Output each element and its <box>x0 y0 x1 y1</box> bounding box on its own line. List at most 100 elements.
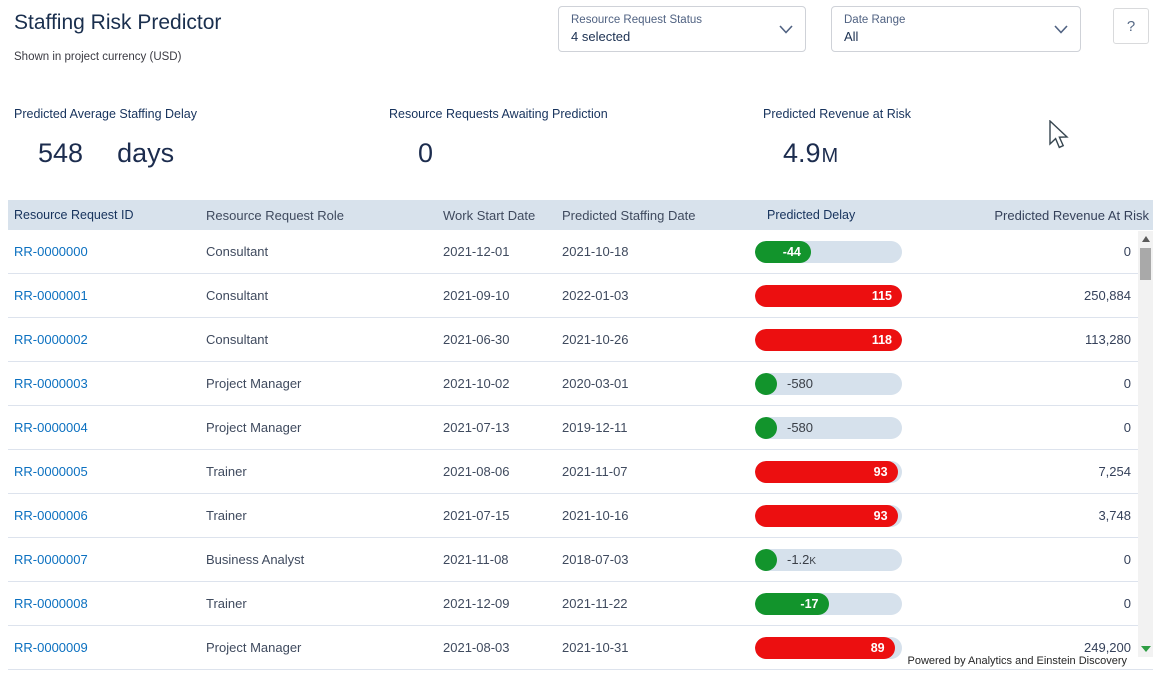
predicted-delay-cell: 93 <box>755 461 980 483</box>
predicted-revenue-at-risk-cell: 113,280 <box>980 332 1153 347</box>
predicted-staffing-date-cell: 2021-11-07 <box>562 464 755 479</box>
resource-request-id-link[interactable]: RR-0000006 <box>14 508 88 523</box>
kpi-number: 4.9 <box>783 138 821 169</box>
resource-request-role-cell: Project Manager <box>206 420 443 435</box>
kpi-value-revenue-at-risk: 4.9 M <box>783 138 838 169</box>
predicted-delay-cell: -580 <box>755 417 980 439</box>
work-start-date-cell: 2021-12-01 <box>443 244 562 259</box>
predicted-revenue-at-risk-cell: 0 <box>980 552 1153 567</box>
predicted-revenue-at-risk-cell: 249,200 <box>980 640 1153 655</box>
column-header-work-start-date[interactable]: Work Start Date <box>443 208 562 223</box>
column-header-resource-request-id[interactable]: Resource Request ID <box>14 208 206 222</box>
table-header-row: Resource Request ID Resource Request Rol… <box>8 200 1153 230</box>
kpi-number: 548 <box>38 138 83 169</box>
delay-bar-fill: 118 <box>755 329 902 351</box>
kpi-number: 0 <box>418 138 433 169</box>
table-row: RR-0000003Project Manager2021-10-022020-… <box>8 362 1153 406</box>
resource-request-role-cell: Consultant <box>206 332 443 347</box>
scroll-down-arrow-icon[interactable] <box>1141 646 1151 652</box>
resource-request-table: Resource Request ID Resource Request Rol… <box>8 200 1153 670</box>
kpi-value-staffing-delay: 548 days <box>38 138 174 169</box>
resource-request-id-link[interactable]: RR-0000001 <box>14 288 88 303</box>
delay-bar-fill: 115 <box>755 285 902 307</box>
resource-request-role-cell: Trainer <box>206 464 443 479</box>
delay-bar-fill: 89 <box>755 637 895 659</box>
column-header-predicted-revenue-at-risk[interactable]: Predicted Revenue At Risk <box>980 208 1153 223</box>
predicted-staffing-date-cell: 2021-10-16 <box>562 508 755 523</box>
resource-request-role-cell: Trainer <box>206 508 443 523</box>
delay-bar-fill <box>755 549 777 571</box>
delay-bar-track: -17 <box>755 593 902 615</box>
delay-bar-fill <box>755 417 777 439</box>
help-button[interactable]: ? <box>1113 8 1149 44</box>
predicted-staffing-date-cell: 2021-10-31 <box>562 640 755 655</box>
scrollbar-thumb[interactable] <box>1140 248 1151 280</box>
resource-request-role-cell: Consultant <box>206 244 443 259</box>
work-start-date-cell: 2021-08-03 <box>443 640 562 655</box>
table-row: RR-0000002 Consultant2021-06-302021-10-26… <box>8 318 1153 362</box>
staffing-risk-predictor-dashboard: Staffing Risk Predictor Shown in project… <box>0 0 1161 675</box>
work-start-date-cell: 2021-12-09 <box>443 596 562 611</box>
kpi-label-awaiting-prediction: Resource Requests Awaiting Prediction <box>389 107 608 121</box>
resource-request-status-filter[interactable]: Resource Request Status 4 selected <box>558 6 806 52</box>
kpi-label-revenue-at-risk: Predicted Revenue at Risk <box>763 107 911 121</box>
predicted-staffing-date-cell: 2021-10-26 <box>562 332 755 347</box>
delay-bar-track: 89 <box>755 637 902 659</box>
table-row: RR-0000005 Trainer2021-08-062021-11-0793 7… <box>8 450 1153 494</box>
column-header-resource-request-role[interactable]: Resource Request Role <box>206 208 443 223</box>
delay-bar-track: 115 <box>755 285 902 307</box>
work-start-date-cell: 2021-06-30 <box>443 332 562 347</box>
resource-request-id-link[interactable]: RR-0000005 <box>14 464 88 479</box>
delay-bar-track: -580 <box>755 373 902 395</box>
delay-bar-fill: -17 <box>755 593 829 615</box>
delay-bar-fill: 93 <box>755 505 898 527</box>
resource-request-role-cell: Trainer <box>206 596 443 611</box>
predicted-staffing-date-cell: 2020-03-01 <box>562 376 755 391</box>
resource-request-id-link[interactable]: RR-0000003 <box>14 376 88 391</box>
resource-request-id-link[interactable]: RR-0000002 <box>14 332 88 347</box>
predicted-delay-cell: -1.2K <box>755 549 980 571</box>
table-row: RR-0000008 Trainer2021-12-092021-11-22-17… <box>8 582 1153 626</box>
work-start-date-cell: 2021-09-10 <box>443 288 562 303</box>
table-row: RR-0000006Trainer2021-07-152021-10-16933… <box>8 494 1153 538</box>
predicted-staffing-date-cell: 2021-11-22 <box>562 596 755 611</box>
delay-value-label: -580 <box>787 373 813 395</box>
predicted-staffing-date-cell: 2022-01-03 <box>562 288 755 303</box>
delay-bar-fill: 93 <box>755 461 898 483</box>
resource-request-id-link[interactable]: RR-0000004 <box>14 420 88 435</box>
kpi-unit: days <box>117 138 174 169</box>
resource-request-id-link[interactable]: RR-0000007 <box>14 552 88 567</box>
table-row: RR-0000007Business Analyst2021-11-082018… <box>8 538 1153 582</box>
predicted-revenue-at-risk-cell: 0 <box>980 596 1153 611</box>
delay-value-label: -580 <box>787 417 813 439</box>
predicted-staffing-date-cell: 2021-10-18 <box>562 244 755 259</box>
filter-label: Resource Request Status <box>571 13 702 28</box>
resource-request-id-link[interactable]: RR-0000008 <box>14 596 88 611</box>
delay-bar-track: -44 <box>755 241 902 263</box>
column-header-predicted-delay[interactable]: Predicted Delay <box>755 208 980 222</box>
predicted-revenue-at-risk-cell: 7,254 <box>980 464 1153 479</box>
predicted-delay-cell: -44 <box>755 241 980 263</box>
work-start-date-cell: 2021-11-08 <box>443 552 562 567</box>
column-header-predicted-staffing-date[interactable]: Predicted Staffing Date <box>562 208 755 223</box>
work-start-date-cell: 2021-08-06 <box>443 464 562 479</box>
resource-request-id-link[interactable]: RR-0000000 <box>14 244 88 259</box>
delay-bar-track: -1.2K <box>755 549 902 571</box>
currency-note: Shown in project currency (USD) <box>14 51 181 63</box>
table-row: RR-0000000 Consultant2021-12-012021-10-18… <box>8 230 1153 274</box>
delay-bar-track: 118 <box>755 329 902 351</box>
filter-label: Date Range <box>844 13 905 28</box>
resource-request-id-link[interactable]: RR-0000009 <box>14 640 88 655</box>
scroll-up-arrow-icon[interactable] <box>1142 236 1150 242</box>
predicted-delay-cell: 115 <box>755 285 980 307</box>
table-scrollbar[interactable] <box>1138 231 1153 657</box>
date-range-filter[interactable]: Date Range All <box>831 6 1081 52</box>
table-row: RR-0000001Consultant2021-09-102022-01-03… <box>8 274 1153 318</box>
predicted-revenue-at-risk-cell: 0 <box>980 376 1153 391</box>
kpi-value-awaiting-prediction: 0 <box>418 138 433 169</box>
table-body: RR-0000000Consultant2021-12-012021-10-18… <box>8 230 1153 670</box>
table-row: RR-0000004Project Manager2021-07-132019-… <box>8 406 1153 450</box>
predicted-delay-cell: -580 <box>755 373 980 395</box>
filter-selected-value: 4 selected <box>571 28 702 45</box>
predicted-revenue-at-risk-cell: 3,748 <box>980 508 1153 523</box>
